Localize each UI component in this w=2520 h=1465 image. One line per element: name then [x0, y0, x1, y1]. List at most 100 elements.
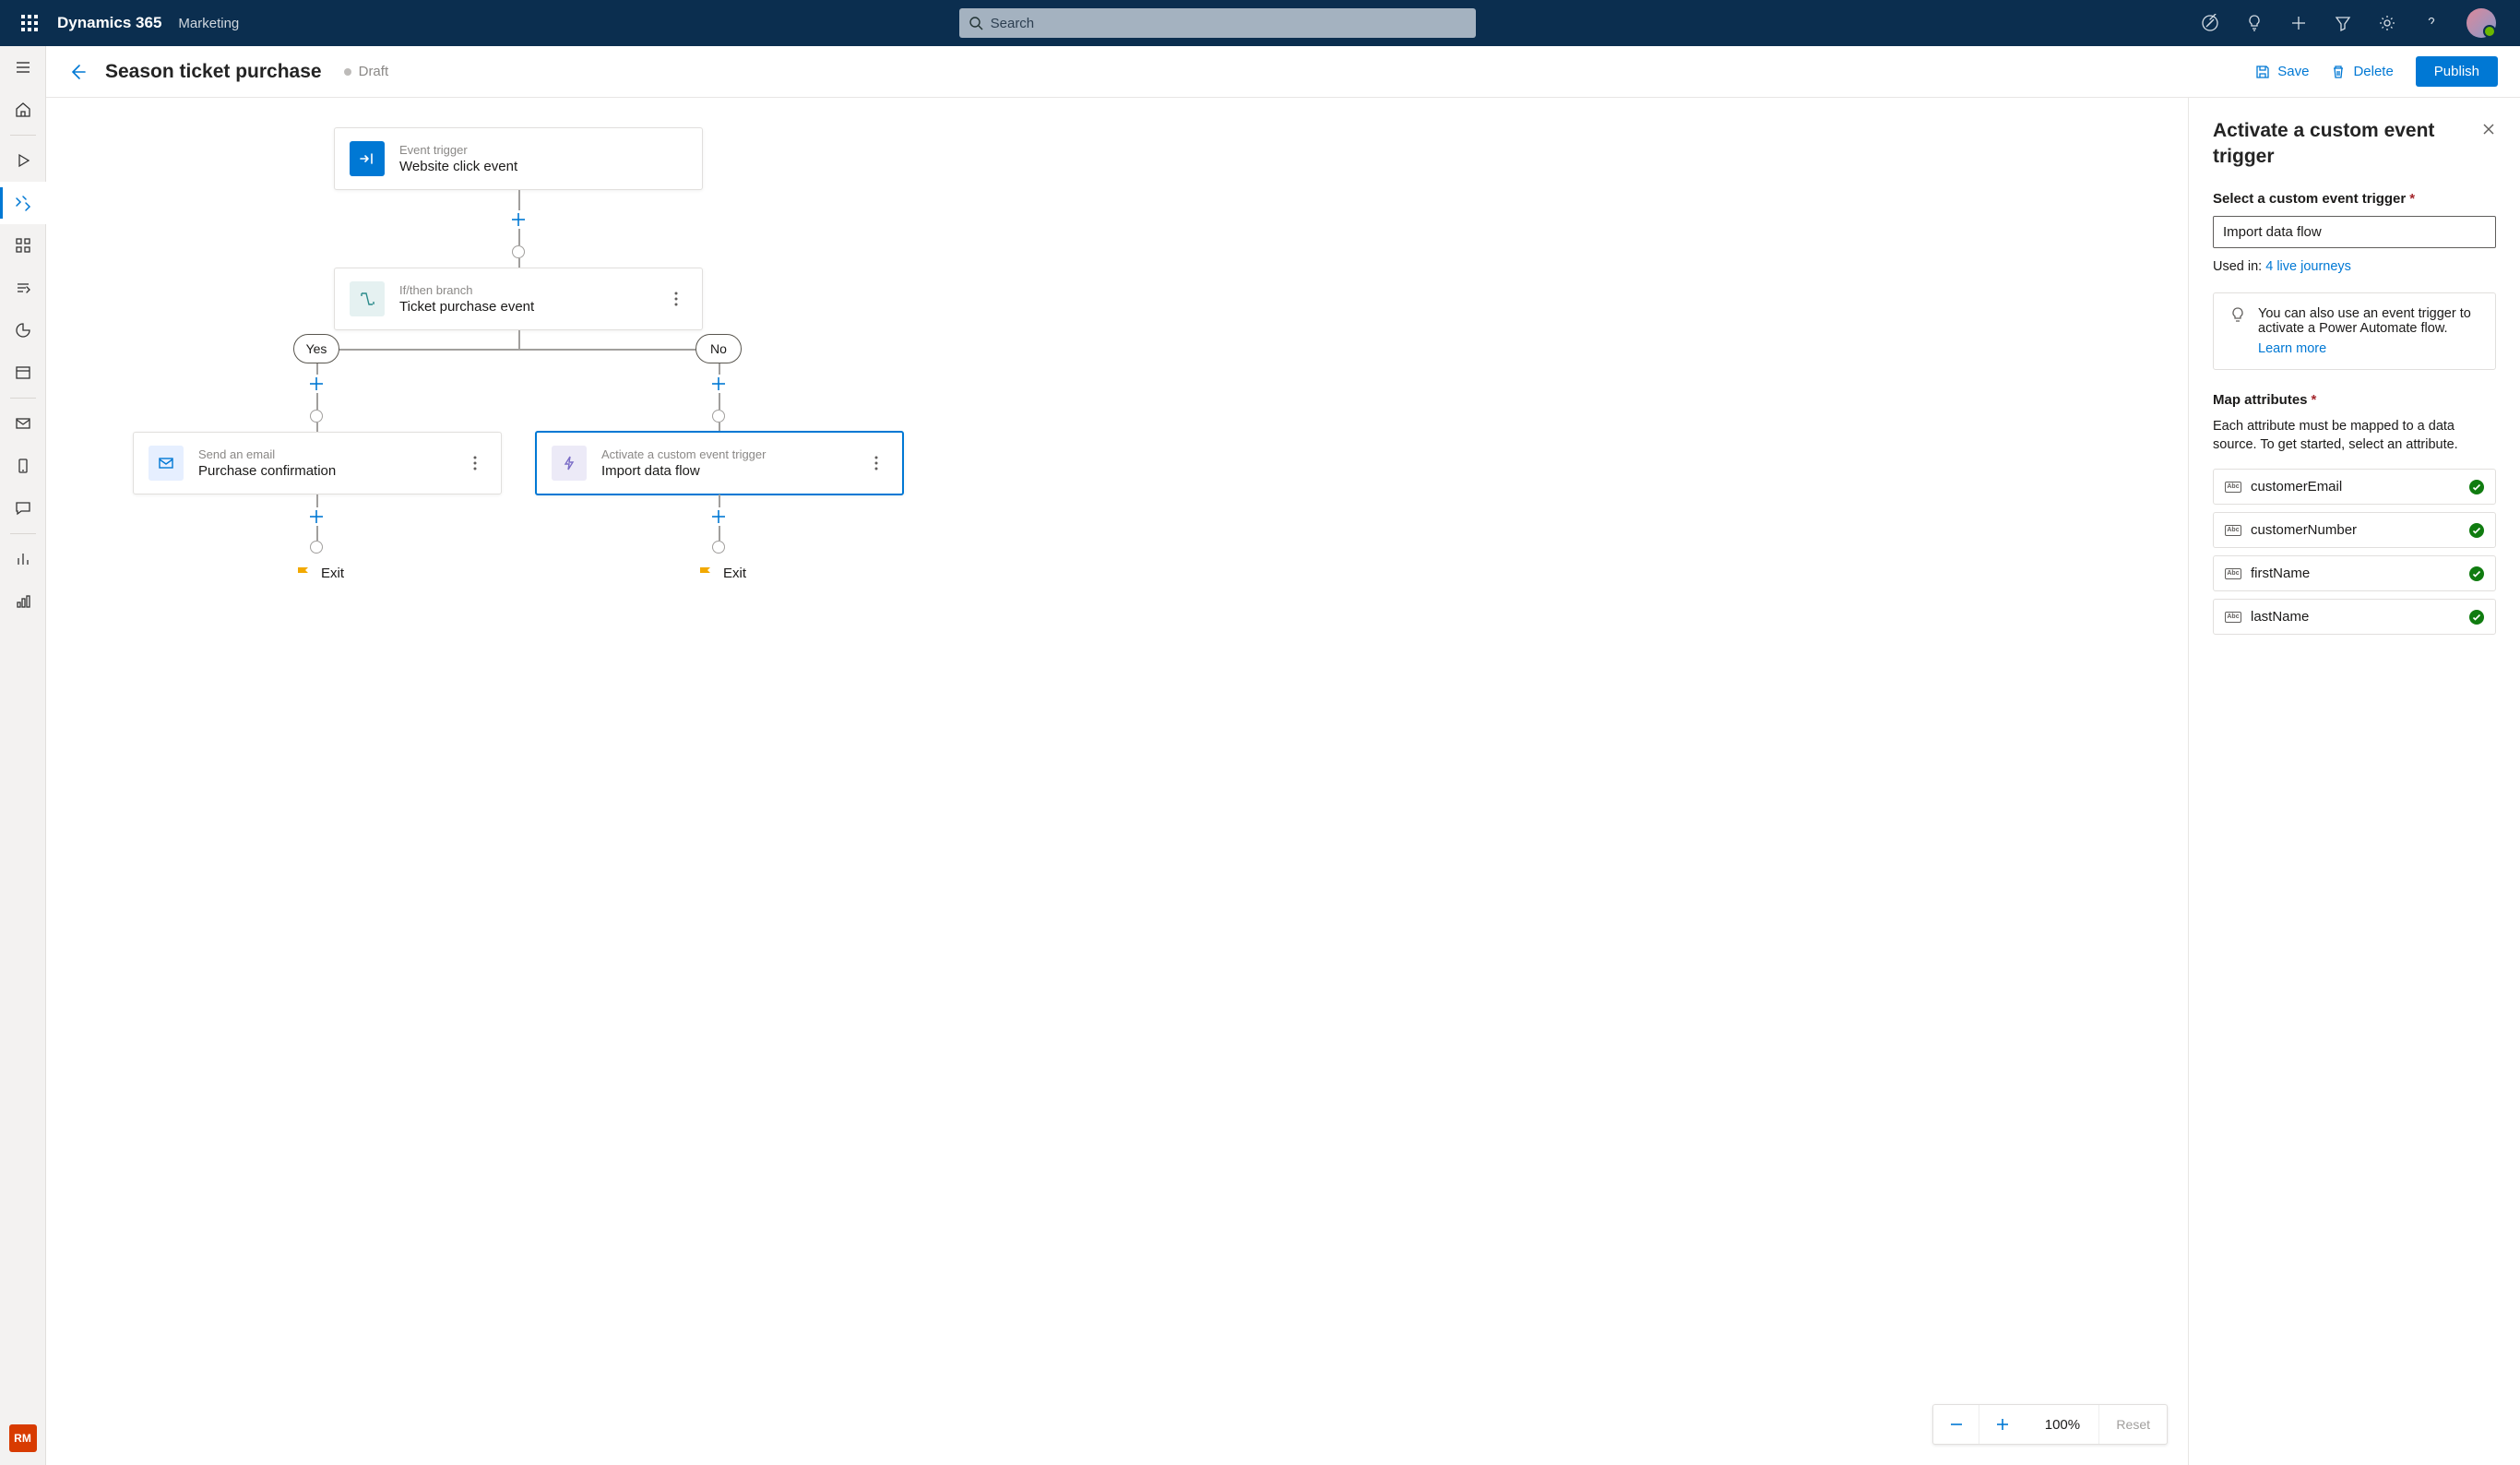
flag-icon	[295, 565, 312, 581]
node-more-button[interactable]	[464, 447, 486, 480]
publish-button[interactable]: Publish	[2416, 56, 2498, 87]
map-attributes-label: Map attributes*	[2213, 392, 2496, 408]
rail-hamburger[interactable]	[0, 46, 46, 89]
rail-report1[interactable]	[0, 538, 46, 580]
rail-assets[interactable]	[0, 351, 46, 394]
used-in-text: Used in: 4 live journeys	[2213, 259, 2496, 274]
back-button[interactable]	[68, 63, 87, 81]
rail-report2[interactable]	[0, 580, 46, 623]
app-launcher-button[interactable]	[7, 0, 52, 46]
attribute-row[interactable]: Abc lastName	[2213, 599, 2496, 635]
delete-button[interactable]: Delete	[2331, 64, 2393, 79]
more-vertical-icon	[473, 456, 477, 470]
email-icon	[149, 446, 184, 481]
text-type-icon: Abc	[2225, 525, 2241, 536]
trigger-icon	[350, 141, 385, 176]
zoom-reset-button[interactable]: Reset	[2099, 1405, 2167, 1444]
node-title: Ticket purchase event	[399, 299, 534, 315]
info-text: You can also use an event trigger to act…	[2258, 306, 2471, 336]
save-icon	[2255, 65, 2270, 79]
left-nav-rail: RM	[0, 46, 46, 1465]
attribute-name: lastName	[2251, 609, 2460, 625]
rail-journeys[interactable]	[0, 182, 46, 224]
target-icon[interactable]	[2201, 14, 2219, 32]
attribute-row[interactable]: Abc firstName	[2213, 555, 2496, 591]
node-send-email[interactable]: Send an email Purchase confirmation	[133, 432, 502, 494]
page-title: Season ticket purchase	[105, 61, 322, 83]
node-subtitle: If/then branch	[399, 283, 534, 297]
close-icon	[2481, 122, 2496, 137]
flag-icon	[697, 565, 714, 581]
used-in-link[interactable]: 4 live journeys	[2265, 259, 2351, 274]
node-event-trigger[interactable]: Event trigger Website click event	[334, 127, 703, 190]
zoom-in-button[interactable]	[1979, 1405, 2026, 1444]
check-circle-icon	[2469, 566, 2484, 581]
add-step-button[interactable]	[709, 507, 728, 526]
help-icon[interactable]	[2422, 14, 2441, 32]
text-type-icon: Abc	[2225, 482, 2241, 493]
exit-marker: Exit	[697, 565, 746, 581]
lightning-icon	[552, 446, 587, 481]
more-vertical-icon	[874, 456, 878, 470]
user-avatar[interactable]	[2467, 8, 2496, 38]
text-type-icon: Abc	[2225, 568, 2241, 579]
exit-label: Exit	[321, 566, 344, 581]
node-title: Purchase confirmation	[198, 463, 336, 479]
text-type-icon: Abc	[2225, 612, 2241, 623]
rail-play[interactable]	[0, 139, 46, 182]
check-circle-icon	[2469, 523, 2484, 538]
node-title: Import data flow	[601, 463, 766, 479]
global-nav-bar: Dynamics 365 Marketing	[0, 0, 2520, 46]
rail-chat[interactable]	[0, 487, 46, 530]
check-circle-icon	[2469, 610, 2484, 625]
trash-icon	[2331, 65, 2346, 79]
attribute-row[interactable]: Abc customerEmail	[2213, 469, 2496, 505]
more-vertical-icon	[674, 292, 678, 306]
learn-more-link[interactable]: Learn more	[2258, 341, 2480, 356]
add-step-button[interactable]	[307, 375, 326, 393]
journey-canvas[interactable]: Event trigger Website click event	[46, 98, 2188, 1465]
waffle-icon	[21, 15, 38, 31]
filter-icon[interactable]	[2334, 14, 2352, 32]
persona-badge[interactable]: RM	[9, 1424, 37, 1452]
global-search	[959, 8, 1476, 38]
add-step-button[interactable]	[509, 210, 528, 229]
trigger-name-input[interactable]	[2213, 216, 2496, 248]
add-step-button[interactable]	[307, 507, 326, 526]
rail-email[interactable]	[0, 402, 46, 445]
panel-title: Activate a custom event trigger	[2213, 118, 2481, 171]
plus-icon[interactable]	[2289, 14, 2308, 32]
status-text: Draft	[359, 64, 389, 79]
zoom-toolbar: 100% Reset	[1932, 1404, 2168, 1445]
global-icon-row	[2195, 8, 2513, 38]
check-circle-icon	[2469, 480, 2484, 494]
info-callout: You can also use an event trigger to act…	[2213, 292, 2496, 370]
rail-segments[interactable]	[0, 224, 46, 267]
search-box[interactable]	[959, 8, 1476, 38]
search-input[interactable]	[991, 16, 1467, 31]
exit-marker: Exit	[295, 565, 344, 581]
attribute-row[interactable]: Abc customerNumber	[2213, 512, 2496, 548]
add-step-button[interactable]	[709, 375, 728, 393]
save-label: Save	[2277, 64, 2309, 79]
rail-home[interactable]	[0, 89, 46, 131]
rail-analytics[interactable]	[0, 309, 46, 351]
node-subtitle: Activate a custom event trigger	[601, 447, 766, 461]
panel-close-button[interactable]	[2481, 122, 2496, 137]
node-custom-event-trigger[interactable]: Activate a custom event trigger Import d…	[535, 431, 904, 495]
lightbulb-icon	[2229, 306, 2247, 325]
node-more-button[interactable]	[665, 282, 687, 316]
rail-mobile[interactable]	[0, 445, 46, 487]
zoom-percentage: 100%	[2026, 1405, 2099, 1444]
node-branch[interactable]: If/then branch Ticket purchase event	[334, 268, 703, 330]
save-button[interactable]: Save	[2255, 64, 2309, 79]
search-icon	[969, 16, 983, 30]
node-more-button[interactable]	[865, 447, 887, 480]
branch-icon	[350, 281, 385, 316]
module-name: Marketing	[178, 16, 239, 31]
lightbulb-icon[interactable]	[2245, 14, 2264, 32]
rail-triggers[interactable]	[0, 267, 46, 309]
zoom-out-button[interactable]	[1933, 1405, 1979, 1444]
properties-panel: Activate a custom event trigger Select a…	[2188, 98, 2520, 1465]
gear-icon[interactable]	[2378, 14, 2396, 32]
